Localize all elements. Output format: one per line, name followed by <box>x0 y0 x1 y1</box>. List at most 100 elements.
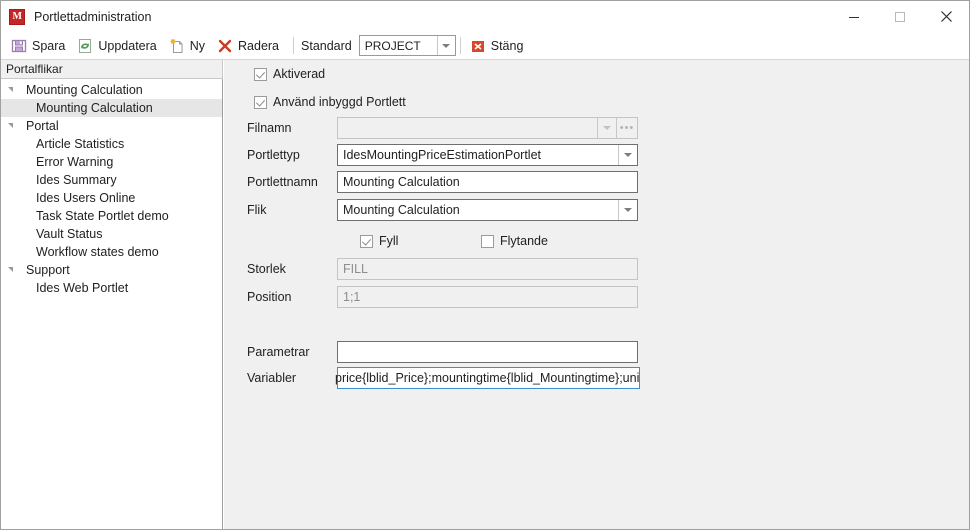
sidebar-item-mounting-calculation[interactable]: Mounting Calculation <box>1 99 222 117</box>
sidebar-item-label: Workflow states demo <box>36 245 159 259</box>
expander-icon[interactable] <box>8 266 21 273</box>
tab-value: Mounting Calculation <box>343 203 460 217</box>
builtin-portlet-checkbox-box[interactable] <box>254 95 267 109</box>
sidebar-item-label: Article Statistics <box>36 137 125 151</box>
parameters-input[interactable] <box>337 341 638 363</box>
filename-browse-button: ••• <box>616 118 637 138</box>
close-toolbar-label: Stäng <box>490 38 524 53</box>
variables-label: Variabler <box>247 371 297 385</box>
portlet-type-chevron-down-icon[interactable] <box>618 145 637 165</box>
variables-input[interactable]: price{lblid_Price};mountingtime{lblid_Mo… <box>335 367 640 389</box>
window-controls <box>831 1 969 32</box>
refresh-button[interactable]: Uppdatera <box>75 35 162 57</box>
sidebar-item-ides-web-portlet[interactable]: Ides Web Portlet <box>1 279 222 297</box>
floating-checkbox[interactable]: Flytande <box>481 234 548 248</box>
sidebar-item-ides-summary[interactable]: Ides Summary <box>1 171 222 189</box>
builtin-portlet-checkbox-label: Använd inbyggd Portlett <box>273 95 406 109</box>
sidebar-item-ides-users-online[interactable]: Ides Users Online <box>1 189 222 207</box>
enabled-checkbox-box[interactable] <box>254 67 267 81</box>
fill-checkbox[interactable]: Fyll <box>360 234 398 248</box>
portlet-form: Aktiverad Använd inbyggd Portlett Filnam… <box>247 60 969 529</box>
delete-button-label: Radera <box>238 38 280 53</box>
sidebar-item-label: Support <box>26 263 70 277</box>
variables-row: Variabler price{lblid_Price};mountingtim… <box>247 367 640 389</box>
parameters-row: Parametrar <box>247 341 638 363</box>
app-logo-icon: M <box>9 8 25 25</box>
window-body: Portalflikar Mounting Calculation Mountin… <box>1 60 969 529</box>
save-button[interactable]: Spara <box>9 35 71 57</box>
window-title: Portlettadministration <box>34 9 152 24</box>
size-row: Storlek FILL <box>247 258 638 280</box>
refresh-icon <box>77 38 93 54</box>
standard-select-value: PROJECT <box>364 38 421 53</box>
portlet-type-label: Portlettyp <box>247 148 300 162</box>
sidebar-item-portal[interactable]: Portal <box>1 117 222 135</box>
parameters-label: Parametrar <box>247 345 310 359</box>
sidebar-item-mounting-calculation[interactable]: Mounting Calculation <box>1 81 222 99</box>
refresh-button-label: Uppdatera <box>98 38 157 53</box>
floating-checkbox-label: Flytande <box>500 234 548 248</box>
sidebar-item-label: Ides Users Online <box>36 191 136 205</box>
delete-button[interactable]: Radera <box>215 35 285 57</box>
filename-input: ••• <box>337 117 638 139</box>
portlet-name-input[interactable]: Mounting Calculation <box>337 171 638 193</box>
close-box-icon <box>470 38 486 54</box>
sidebar-item-label: Portal <box>26 119 59 133</box>
portlet-name-row: Portlettnamn Mounting Calculation <box>247 171 638 193</box>
filename-chevron-down-icon <box>597 118 616 138</box>
tab-select[interactable]: Mounting Calculation <box>337 199 638 221</box>
size-value: FILL <box>343 262 369 276</box>
size-label: Storlek <box>247 262 286 276</box>
standard-label: Standard <box>301 38 352 53</box>
application-window: M Portlettadministration Spara Uppdatera… <box>0 0 970 530</box>
position-label: Position <box>247 290 292 304</box>
sidebar-item-label: Vault Status <box>36 227 103 241</box>
portlet-type-row: Portlettyp IdesMountingPriceEstimationPo… <box>247 144 638 166</box>
position-input: 1;1 <box>337 286 638 308</box>
close-icon <box>940 11 952 22</box>
position-row: Position 1;1 <box>247 286 638 308</box>
standard-select[interactable]: PROJECT <box>358 35 456 56</box>
main-panel: Aktiverad Använd inbyggd Portlett Filnam… <box>229 60 969 529</box>
sidebar-item-label: Mounting Calculation <box>36 101 153 115</box>
enabled-checkbox[interactable]: Aktiverad <box>254 67 325 81</box>
sidebar-item-task-state-portlet-demo[interactable]: Task State Portlet demo <box>1 207 222 225</box>
app-logo-glyph: M <box>12 10 22 22</box>
portlet-type-select[interactable]: IdesMountingPriceEstimationPortlet <box>337 144 638 166</box>
filename-label: Filnamn <box>247 121 292 135</box>
size-input: FILL <box>337 258 638 280</box>
portal-tabs-tree[interactable]: Mounting Calculation Mounting Calculation… <box>1 79 223 529</box>
maximize-icon <box>895 11 905 22</box>
floating-checkbox-box[interactable] <box>481 234 494 248</box>
tab-chevron-down-icon[interactable] <box>618 200 637 220</box>
maximize-button[interactable] <box>877 1 923 32</box>
close-button[interactable] <box>923 1 969 32</box>
fill-checkbox-box[interactable] <box>360 234 373 248</box>
sidebar-item-label: Task State Portlet demo <box>36 209 169 223</box>
close-toolbar-button[interactable]: Stäng <box>468 35 530 57</box>
minimize-button[interactable] <box>831 1 877 32</box>
builtin-portlet-checkbox[interactable]: Använd inbyggd Portlett <box>254 95 406 109</box>
filename-row: Filnamn ••• <box>247 117 638 139</box>
enabled-checkbox-label: Aktiverad <box>273 67 326 81</box>
delete-x-icon <box>217 38 233 54</box>
portlet-type-value: IdesMountingPriceEstimationPortlet <box>343 148 542 162</box>
sidebar-item-workflow-states-demo[interactable]: Workflow states demo <box>1 243 222 261</box>
new-button[interactable]: Ny <box>167 35 211 57</box>
sidebar-item-support[interactable]: Support <box>1 261 222 279</box>
sidebar-item-article-statistics[interactable]: Article Statistics <box>1 135 222 153</box>
new-button-label: Ny <box>189 38 206 53</box>
title-bar: M Portlettadministration <box>1 1 969 32</box>
toolbar-separator-2 <box>459 37 461 54</box>
portlet-name-value: Mounting Calculation <box>343 175 460 189</box>
sidebar-item-vault-status[interactable]: Vault Status <box>1 225 222 243</box>
sidebar-item-label: Error Warning <box>36 155 114 169</box>
sidebar-item-error-warning[interactable]: Error Warning <box>1 153 222 171</box>
variables-value: price{lblid_Price};mountingtime{lblid_Mo… <box>335 371 639 385</box>
expander-icon[interactable] <box>8 86 21 93</box>
chevron-down-icon[interactable] <box>436 36 455 55</box>
expander-icon[interactable] <box>8 122 21 129</box>
tab-row: Flik Mounting Calculation <box>247 199 638 221</box>
portlet-name-label: Portlettnamn <box>247 175 318 189</box>
sidebar-item-label: Ides Summary <box>36 173 117 187</box>
